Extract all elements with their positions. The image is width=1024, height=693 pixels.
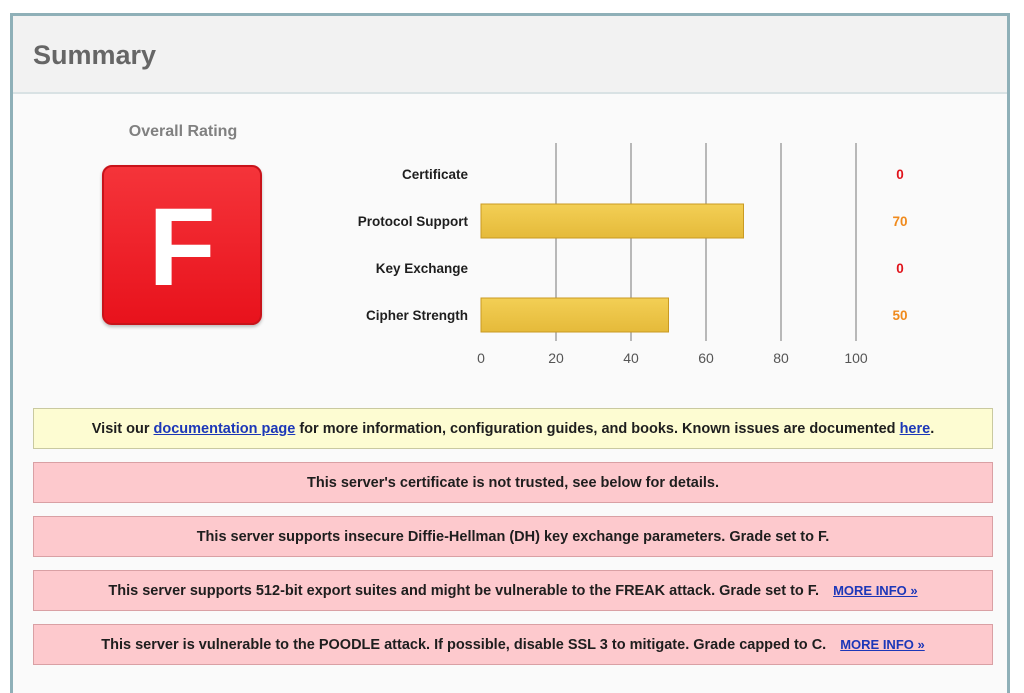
score-value: 50 [892, 308, 907, 323]
notice-text: Visit our documentation page for more in… [91, 420, 935, 437]
x-tick-label: 40 [623, 350, 639, 366]
x-tick-label: 60 [698, 350, 714, 366]
documentation-link[interactable]: documentation page [154, 421, 296, 437]
x-tick-label: 20 [548, 350, 564, 366]
category-label: Key Exchange [376, 261, 469, 276]
warning-freak: This server supports 512-bit export suit… [33, 570, 993, 611]
x-tick-label: 0 [477, 350, 485, 366]
more-info-link[interactable]: MORE INFO » [840, 637, 925, 652]
category-label: Certificate [402, 167, 469, 182]
warning-text: This server is vulnerable to the POODLE … [101, 636, 827, 653]
warning-text: This server supports 512-bit export suit… [108, 582, 820, 599]
summary-panel: Summary Overall Rating F 0 20 40 60 80 100 Cer… [10, 13, 1010, 693]
warning-poodle: This server is vulnerable to the POODLE … [33, 624, 993, 665]
warning-dh: This server supports insecure Diffie-Hel… [33, 516, 993, 557]
score-value: 0 [896, 261, 904, 276]
warning-certificate: This server's certificate is not trusted… [33, 462, 993, 503]
score-bar [480, 297, 669, 333]
documentation-notice: Visit our documentation page for more in… [33, 408, 993, 449]
score-bar [480, 203, 744, 239]
x-tick-label: 80 [773, 350, 789, 366]
category-label: Cipher Strength [366, 308, 468, 323]
warning-text: This server's certificate is not trusted… [306, 474, 719, 491]
score-value: 70 [892, 214, 907, 229]
x-tick-label: 100 [844, 350, 868, 366]
category-label: Protocol Support [358, 214, 469, 229]
rating-bar-chart: 0 20 40 60 80 100 Certificate 0 Protocol Support… [358, 143, 908, 366]
warning-text: This server supports insecure Diffie-Hel… [196, 528, 830, 545]
score-value: 0 [896, 167, 904, 182]
more-info-link[interactable]: MORE INFO » [833, 583, 918, 598]
known-issues-link[interactable]: here [900, 421, 931, 437]
